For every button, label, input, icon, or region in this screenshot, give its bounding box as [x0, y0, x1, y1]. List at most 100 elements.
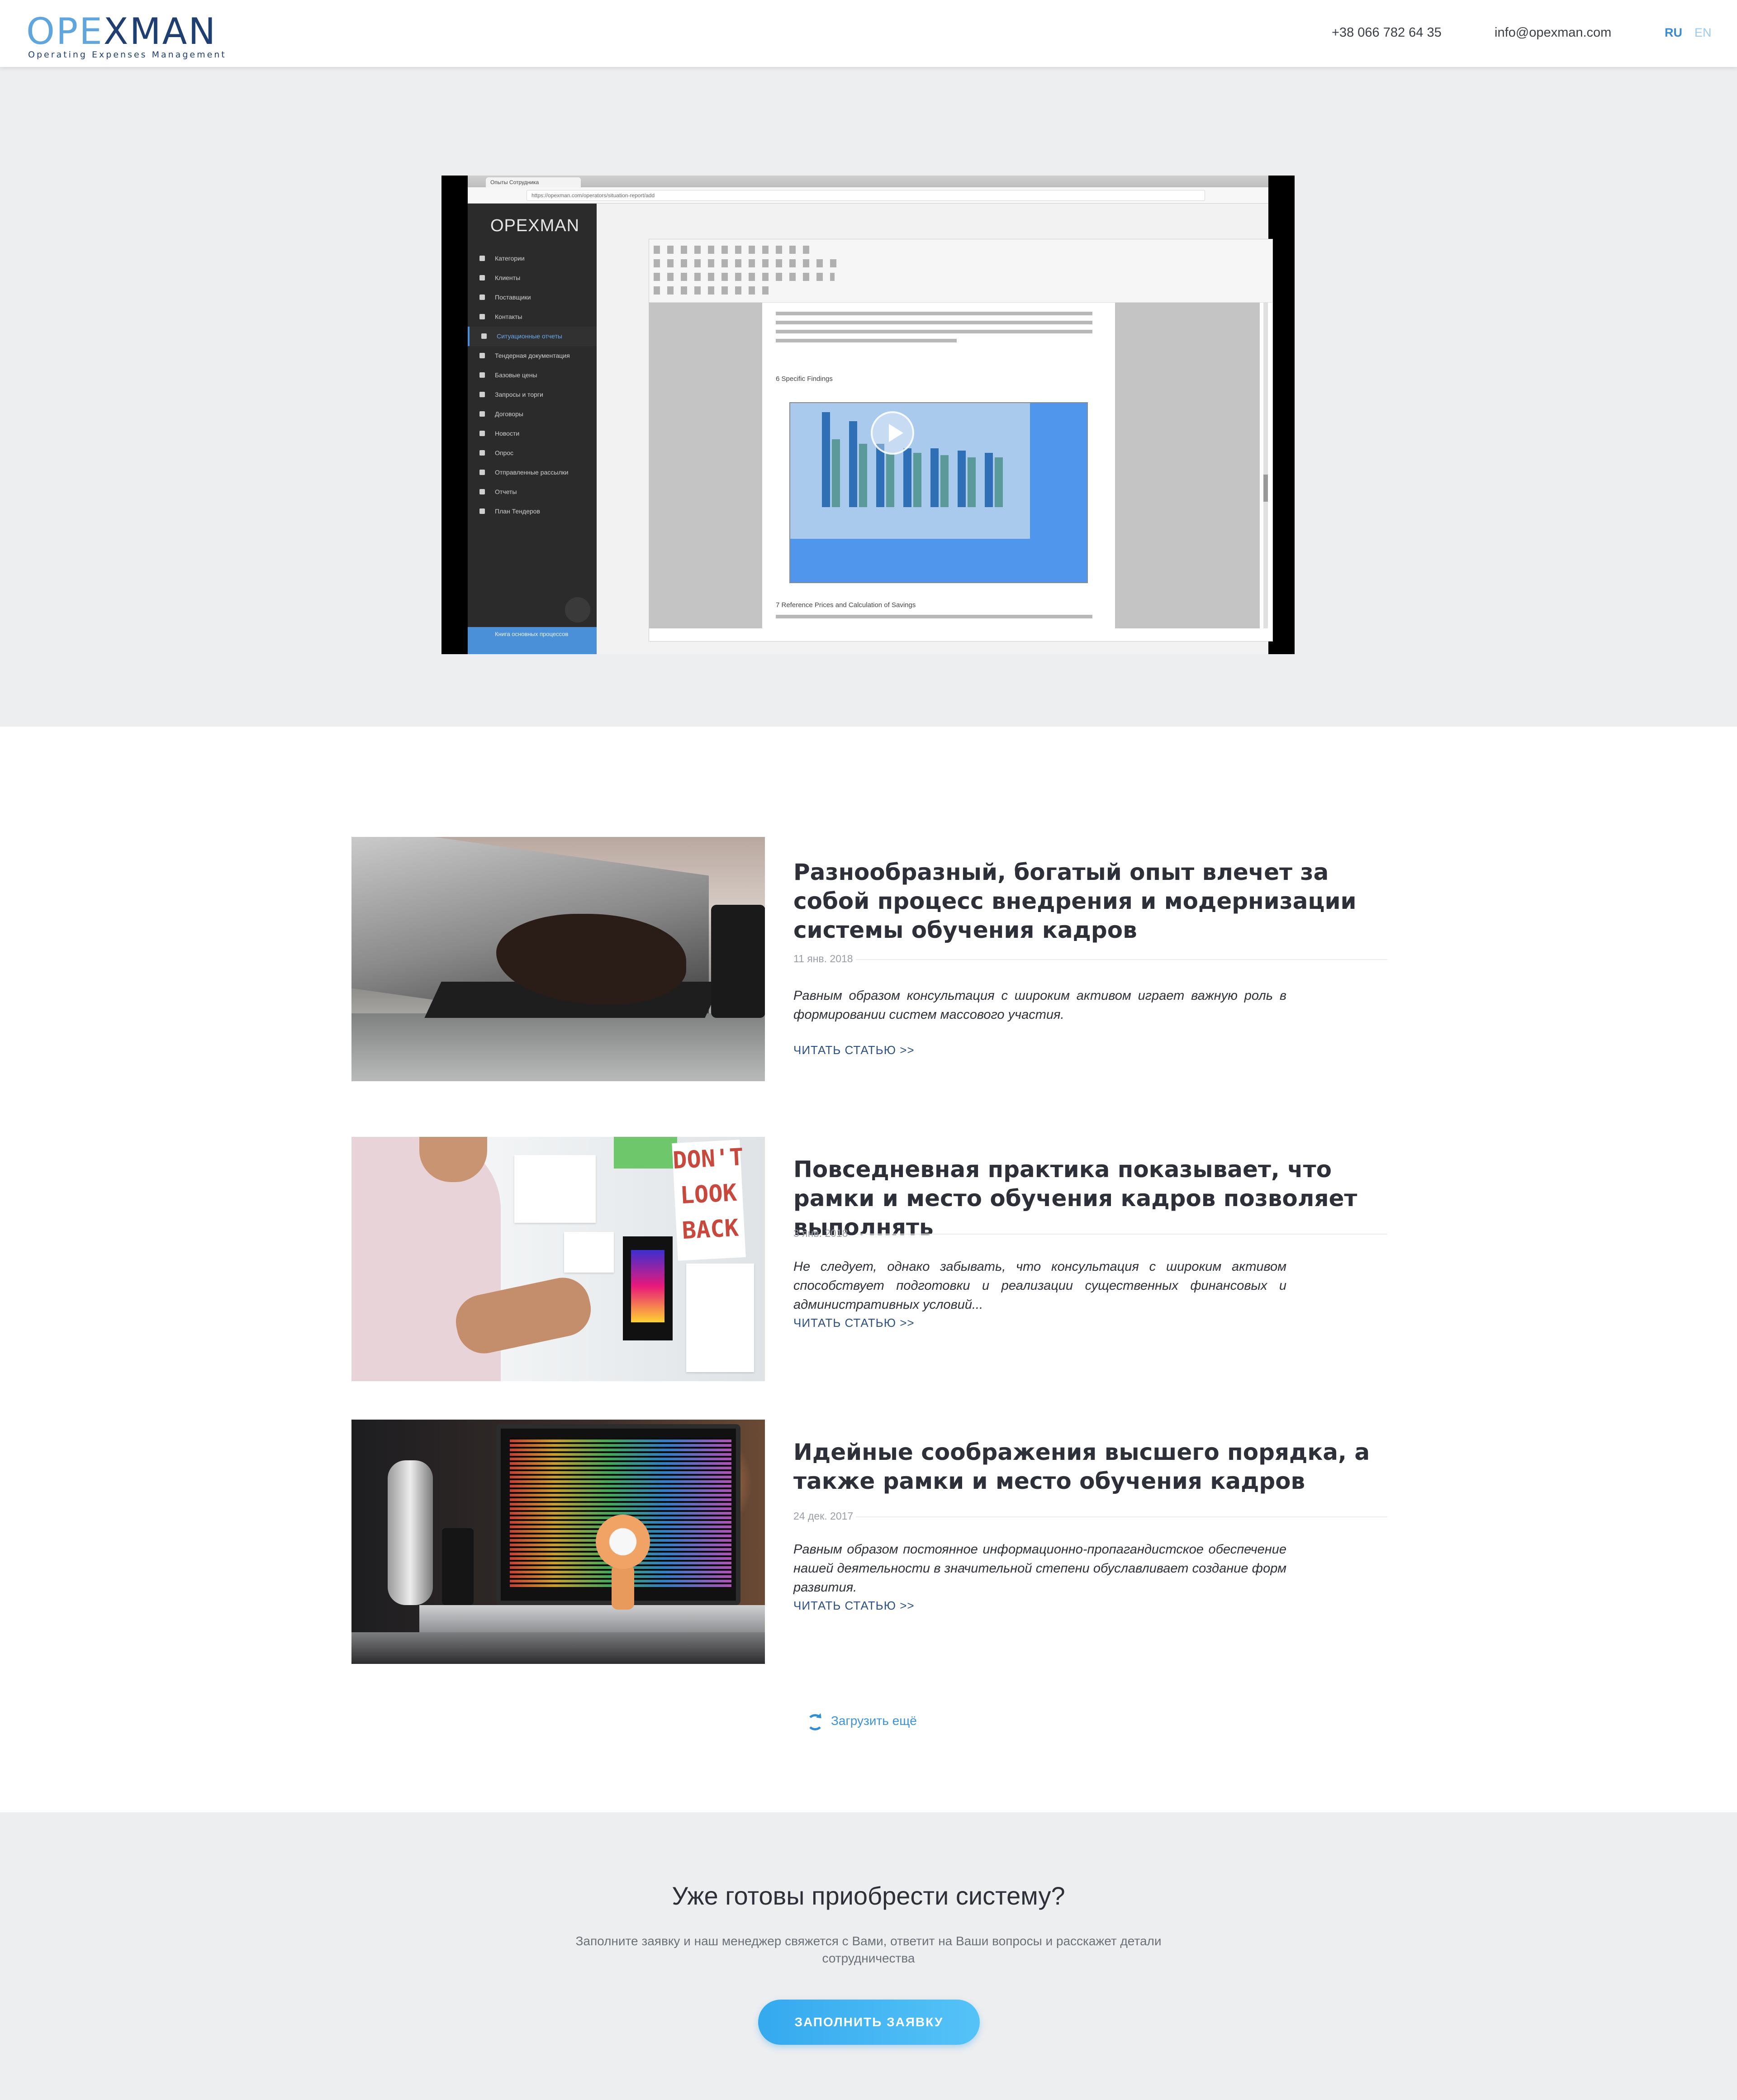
video-app-sidebar: OPEXMAN Категории Клиенты Поставщики Кон… — [468, 204, 597, 654]
doc-heading: 6 Specific Findings — [776, 375, 833, 383]
chart-bar — [876, 444, 884, 507]
video-scrollbar — [1263, 303, 1268, 628]
doc-text-line — [776, 615, 1092, 618]
doc-text-line — [776, 312, 1092, 315]
demo-video[interactable]: Опыты Сотрудника https://opexman.com/ope… — [441, 176, 1295, 654]
toolbar-row — [654, 273, 835, 281]
video-menu-item: Опрос — [468, 443, 597, 463]
video-embedded-chart — [789, 402, 1088, 583]
video-menu-item: Тендерная документация — [468, 346, 597, 366]
article-excerpt: Равным образом консультация с широким ак… — [793, 988, 1286, 1022]
dont-look-back-sign: DON'T LOOK BACK — [672, 1140, 746, 1261]
logo-tagline: Operating Expenses Management — [28, 50, 227, 60]
load-more-button[interactable]: Загрузить ещё — [806, 1713, 917, 1730]
video-address-bar: https://opexman.com/operators/situation-… — [468, 187, 1268, 204]
gradient-poster — [623, 1236, 673, 1340]
doc-heading: 7 Reference Prices and Calculation of Sa… — [776, 601, 916, 609]
chart-bar — [968, 457, 976, 507]
video-menu-item: Контакты — [468, 307, 597, 327]
load-more-label: Загрузить ещё — [831, 1714, 917, 1728]
header-phone[interactable]: +38 066 782 64 35 — [1332, 25, 1442, 40]
clock-icon — [596, 1515, 650, 1569]
green-card — [614, 1137, 677, 1169]
chart-bar — [985, 453, 993, 507]
article-divider — [856, 959, 1387, 960]
logo-part-light: OPE — [26, 10, 104, 52]
wall-note — [686, 1264, 754, 1372]
video-menu-item: План Тендеров — [468, 502, 597, 521]
site-header: OPEXMAN Operating Expenses Management +3… — [0, 0, 1737, 67]
article-image-laptop[interactable] — [351, 837, 765, 1081]
header-email[interactable]: info@opexman.com — [1495, 25, 1611, 40]
article-title[interactable]: Идейные соображения высшего порядка, а т… — [793, 1438, 1387, 1496]
video-document-page: 6 Specific Findings 7 Reference Prices a… — [762, 303, 1115, 628]
video-url: https://opexman.com/operators/situation-… — [527, 190, 1205, 201]
video-menu-item-active: Ситуационные отчеты — [468, 327, 597, 346]
video-menu-item: Клиенты — [468, 268, 597, 288]
chart-bar — [849, 421, 857, 507]
chart-bar — [886, 453, 894, 507]
article-image-workspace[interactable] — [351, 1420, 765, 1664]
video-browser-frame: Опыты Сотрудника https://opexman.com/ope… — [468, 176, 1273, 654]
article-card: DON'T LOOK BACK Повседневная практика по… — [351, 1137, 1387, 1381]
video-tab-bar: Опыты Сотрудника — [468, 176, 1268, 187]
article-date: 3 янв. 2018 — [793, 1227, 848, 1239]
articles-section: Разнообразный, богатый опыт влечет за со… — [0, 727, 1737, 1812]
wall-note — [514, 1155, 596, 1223]
clock-stand — [612, 1564, 634, 1610]
article-image-phone[interactable]: DON'T LOOK BACK — [351, 1137, 765, 1381]
video-browser-tab: Опыты Сотрудника — [486, 177, 581, 187]
logo[interactable]: OPEXMAN Operating Expenses Management — [26, 14, 227, 60]
cta-subtitle: Заполните заявку и наш менеджер свяжется… — [575, 1934, 1162, 1965]
doc-text-line — [776, 330, 1092, 333]
read-more-link[interactable]: ЧИТАТЬ СТАТЬЮ >> — [793, 1599, 915, 1613]
logo-wordmark: OPEXMAN — [26, 14, 227, 50]
chart-bar — [940, 455, 949, 507]
video-menu-item: Отправленные рассылки — [468, 463, 597, 482]
toolbar-row — [654, 286, 771, 295]
fill-request-button[interactable]: ЗАПОЛНИТЬ ЗАЯВКУ — [758, 2000, 980, 2045]
doc-text-line — [776, 321, 1092, 324]
chart-bar — [822, 412, 830, 507]
doc-text-line — [776, 339, 957, 342]
article-date: 24 дек. 2017 — [793, 1510, 854, 1522]
chart-area — [790, 403, 1030, 539]
article-excerpt: Равным образом постоянное информационно-… — [793, 1542, 1286, 1595]
refresh-icon — [806, 1713, 823, 1730]
read-more-link[interactable]: ЧИТАТЬ СТАТЬЮ >> — [793, 1316, 915, 1330]
logo-part-dark: XMAN — [103, 10, 217, 52]
chart-bar — [903, 448, 911, 507]
desk-shape — [351, 1632, 765, 1664]
robot-figure — [388, 1460, 433, 1605]
article-excerpt: Не следует, однако забывать, что консуль… — [793, 1259, 1286, 1312]
mug-shape — [711, 905, 765, 1018]
video-menu-item: Поставщики — [468, 288, 597, 307]
article-title[interactable]: Повседневная практика показывает, что ра… — [793, 1155, 1387, 1242]
wall-note — [564, 1232, 614, 1273]
read-more-link[interactable]: ЧИТАТЬ СТАТЬЮ >> — [793, 1043, 915, 1057]
article-title[interactable]: Разнообразный, богатый опыт влечет за со… — [793, 858, 1387, 945]
article-divider — [856, 1516, 1387, 1517]
scroll-up-icon — [565, 597, 590, 622]
lang-en-link[interactable]: EN — [1694, 26, 1712, 40]
video-scrollbar-thumb — [1263, 475, 1268, 502]
play-icon[interactable] — [871, 411, 914, 455]
video-menu-item: Категории — [468, 249, 597, 268]
video-menu-item: Базовые цены — [468, 366, 597, 385]
article-card: Разнообразный, богатый опыт влечет за со… — [351, 837, 1387, 1081]
pen-jar — [442, 1528, 474, 1605]
cta-title: Уже готовы приобрести систему? — [672, 1881, 1065, 1910]
article-divider — [856, 1234, 1387, 1235]
video-app-logo: OPEXMAN — [490, 216, 580, 235]
cta-section: Уже готовы приобрести систему? Заполните… — [0, 1812, 1737, 2100]
video-app-menu: Категории Клиенты Поставщики Контакты Си… — [468, 249, 597, 521]
lang-ru-link[interactable]: RU — [1665, 26, 1682, 40]
toolbar-row — [654, 259, 844, 267]
chart-bar — [930, 448, 939, 507]
laptop-base — [419, 1605, 765, 1632]
video-menu-item: Отчеты — [468, 482, 597, 502]
video-editor: 6 Specific Findings 7 Reference Prices a… — [649, 239, 1273, 641]
video-menu-item: Договоры — [468, 404, 597, 424]
article-date: 11 янв. 2018 — [793, 953, 853, 964]
chart-bar — [859, 444, 867, 507]
